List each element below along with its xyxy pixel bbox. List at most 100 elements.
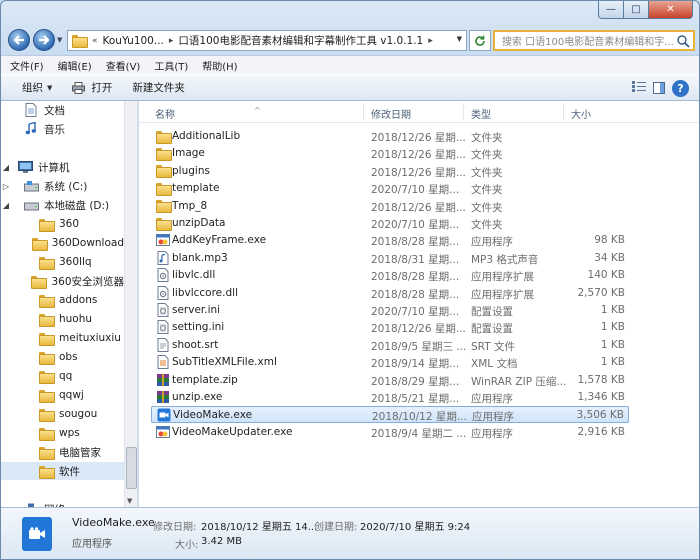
nav-item-folder[interactable]: obs bbox=[1, 348, 124, 366]
file-row-selected[interactable]: VideoMake.exe 2018/10/12 星期... 应用程序 3,506 K… bbox=[151, 406, 629, 424]
file-row[interactable]: template.zip 2018/8/29 星期... WinRAR ZIP 压缩… bbox=[151, 372, 629, 389]
file-name: VideoMakeUpdater.exe bbox=[172, 425, 293, 438]
file-row[interactable]: libvlccore.dll 2018/8/28 星期... 应用程序扩展 2,570… bbox=[151, 285, 629, 302]
file-row[interactable]: AddKeyFrame.exe 2018/8/28 星期... 应用程序 98 KB bbox=[151, 232, 629, 249]
audio-file-icon bbox=[155, 250, 171, 265]
file-type: 配置设置 bbox=[471, 323, 513, 336]
nav-item-folder[interactable]: qq bbox=[1, 367, 124, 385]
column-header-name[interactable]: 名称 bbox=[155, 106, 175, 121]
nav-item-folder[interactable]: 360 bbox=[1, 215, 124, 233]
nav-item-folder[interactable]: wps bbox=[1, 424, 124, 442]
column-divider[interactable] bbox=[563, 103, 564, 121]
nav-item-folder[interactable]: 360llq bbox=[1, 253, 124, 271]
file-row[interactable]: template 2020/7/10 星期... 文件夹 bbox=[151, 180, 629, 197]
file-row[interactable]: AdditionalLib 2018/12/26 星期... 文件夹 bbox=[151, 128, 629, 145]
file-row[interactable]: plugins 2018/12/26 星期... 文件夹 bbox=[151, 163, 629, 180]
nav-item-folder[interactable]: 360安全浏览器 bbox=[1, 272, 124, 290]
maximize-button[interactable]: □ bbox=[624, 1, 649, 19]
nav-item-computer[interactable]: ◢ 计算机 bbox=[1, 158, 124, 176]
details-pane: VideoMake.exe 应用程序 修改日期: 2018/10/12 星期五 … bbox=[1, 507, 699, 559]
file-type: 应用程序扩展 bbox=[471, 271, 534, 284]
nav-scrollbar[interactable]: ▼ bbox=[124, 101, 137, 507]
column-divider[interactable] bbox=[463, 103, 464, 121]
expand-toggle-icon[interactable]: ▷ bbox=[1, 182, 11, 191]
file-row[interactable]: VideoMakeUpdater.exe 2018/9/4 星期二 ... 应用程序… bbox=[151, 424, 629, 441]
refresh-button[interactable] bbox=[469, 30, 491, 51]
details-size-label: 大小: bbox=[175, 540, 199, 551]
nav-item-label: 360llq bbox=[59, 256, 92, 268]
file-row[interactable]: SubTitleXMLFile.xml 2018/9/14 星期... XML 文档… bbox=[151, 354, 629, 371]
nav-item-folder[interactable]: 360Download bbox=[1, 234, 124, 252]
expand-toggle-icon[interactable]: ◢ bbox=[1, 163, 11, 172]
menu-help[interactable]: 帮助(H) bbox=[202, 58, 237, 73]
expand-toggle-icon[interactable]: ◢ bbox=[1, 201, 11, 210]
file-date: 2018/12/26 星期... bbox=[371, 166, 466, 179]
preview-pane-button[interactable] bbox=[653, 82, 665, 94]
file-row[interactable]: server.ini 2020/7/10 星期... 配置设置 1 KB bbox=[151, 302, 629, 319]
file-name: shoot.srt bbox=[172, 338, 219, 351]
file-date: 2018/9/14 星期... bbox=[371, 358, 460, 371]
file-date: 2018/5/21 星期... bbox=[371, 393, 460, 405]
file-row[interactable]: Tmp_8 2018/12/26 星期... 文件夹 bbox=[151, 198, 629, 215]
address-dropdown-icon[interactable]: ▼ bbox=[457, 35, 462, 43]
file-type: 配置设置 bbox=[471, 306, 513, 318]
drive-icon bbox=[23, 179, 39, 193]
command-bar: 组织 ▼ 打开 新建文件夹 ▼ ? bbox=[1, 74, 699, 101]
file-row[interactable]: unzip.exe 2018/5/21 星期... 应用程序 1,346 KB bbox=[151, 389, 629, 406]
breadcrumb-item[interactable]: 口语100电影配音素材编辑和字幕制作工具 v1.0.1.1 bbox=[178, 33, 423, 48]
file-row[interactable]: libvlc.dll 2018/8/28 星期... 应用程序扩展 140 KB bbox=[151, 267, 629, 284]
column-divider[interactable] bbox=[363, 103, 364, 121]
nav-item-folder[interactable]: addons bbox=[1, 291, 124, 309]
explorer-window: — □ ✕ ▼ « KouYu100... ▸ 口语100电影配音素材编辑和字幕… bbox=[0, 0, 700, 560]
back-button[interactable] bbox=[8, 29, 30, 51]
nav-item-folder[interactable]: sougou bbox=[1, 405, 124, 423]
folder-icon bbox=[155, 164, 172, 179]
column-header-size[interactable]: 大小 bbox=[571, 106, 591, 121]
search-input[interactable]: 搜索 口语100电影配音素材编辑和字... bbox=[493, 30, 695, 51]
nav-item-network[interactable]: ▷ 网络 bbox=[1, 500, 124, 507]
file-name: plugins bbox=[172, 164, 210, 177]
nav-item-label: huohu bbox=[59, 313, 93, 325]
nav-scrollbar-thumb[interactable] bbox=[126, 447, 137, 489]
menu-tools[interactable]: 工具(T) bbox=[154, 58, 188, 73]
nav-item-folder[interactable]: 电脑管家 bbox=[1, 443, 124, 461]
nav-item-music[interactable]: 音乐 bbox=[1, 120, 124, 138]
chevron-right-icon[interactable]: ▸ bbox=[428, 36, 433, 46]
nav-item-folder[interactable]: huohu bbox=[1, 310, 124, 328]
file-row[interactable]: Image 2018/12/26 星期... 文件夹 bbox=[151, 145, 629, 162]
open-button[interactable]: 打开 bbox=[72, 80, 112, 95]
file-row[interactable]: blank.mp3 2018/8/31 星期... MP3 格式声音 34 KB bbox=[151, 250, 629, 267]
organize-button[interactable]: 组织 ▼ bbox=[22, 80, 52, 95]
file-row[interactable]: shoot.srt 2018/9/5 星期三 ... SRT 文件 1 KB bbox=[151, 337, 629, 354]
search-icon[interactable] bbox=[676, 34, 690, 48]
file-date: 2018/12/26 星期... bbox=[371, 149, 466, 162]
minimize-button[interactable]: — bbox=[598, 1, 624, 19]
address-bar[interactable]: « KouYu100... ▸ 口语100电影配音素材编辑和字幕制作工具 v1.… bbox=[67, 30, 467, 51]
arrow-left-icon bbox=[13, 35, 24, 45]
nav-item-label: qq bbox=[59, 370, 73, 382]
breadcrumb-overflow[interactable]: « bbox=[92, 36, 98, 46]
nav-item-drive-d[interactable]: ◢ 本地磁盘 (D:) bbox=[1, 196, 124, 214]
nav-item-documents[interactable]: 文档 bbox=[1, 101, 124, 119]
column-header-date[interactable]: 修改日期 bbox=[371, 106, 411, 121]
file-date: 2018/8/28 星期... bbox=[371, 271, 460, 284]
column-header-type[interactable]: 类型 bbox=[471, 106, 491, 121]
help-button[interactable]: ? bbox=[672, 80, 689, 97]
breadcrumb-item[interactable]: KouYu100... bbox=[103, 35, 164, 47]
nav-item-folder[interactable]: qqwj bbox=[1, 386, 124, 404]
menu-edit[interactable]: 编辑(E) bbox=[58, 58, 92, 73]
file-row[interactable]: unzipData 2020/7/10 星期... 文件夹 bbox=[151, 215, 629, 232]
nav-item-drive-c[interactable]: ▷ 系统 (C:) bbox=[1, 177, 124, 195]
nav-item-folder-selected[interactable]: 软件 bbox=[1, 462, 124, 480]
menu-view[interactable]: 查看(V) bbox=[106, 58, 141, 73]
menu-file[interactable]: 文件(F) bbox=[10, 58, 44, 73]
nav-item-folder[interactable]: meituxiuxiu bbox=[1, 329, 124, 347]
scroll-down-icon[interactable]: ▼ bbox=[127, 497, 132, 505]
forward-button[interactable] bbox=[33, 29, 55, 51]
file-row[interactable]: setting.ini 2018/12/26 星期... 配置设置 1 KB bbox=[151, 319, 629, 336]
nav-item-label: meituxiuxiu bbox=[59, 332, 121, 344]
close-button[interactable]: ✕ bbox=[649, 1, 693, 19]
recent-pages-dropdown[interactable]: ▼ bbox=[57, 36, 62, 44]
new-folder-button[interactable]: 新建文件夹 bbox=[132, 80, 185, 95]
chevron-right-icon[interactable]: ▸ bbox=[169, 36, 174, 46]
